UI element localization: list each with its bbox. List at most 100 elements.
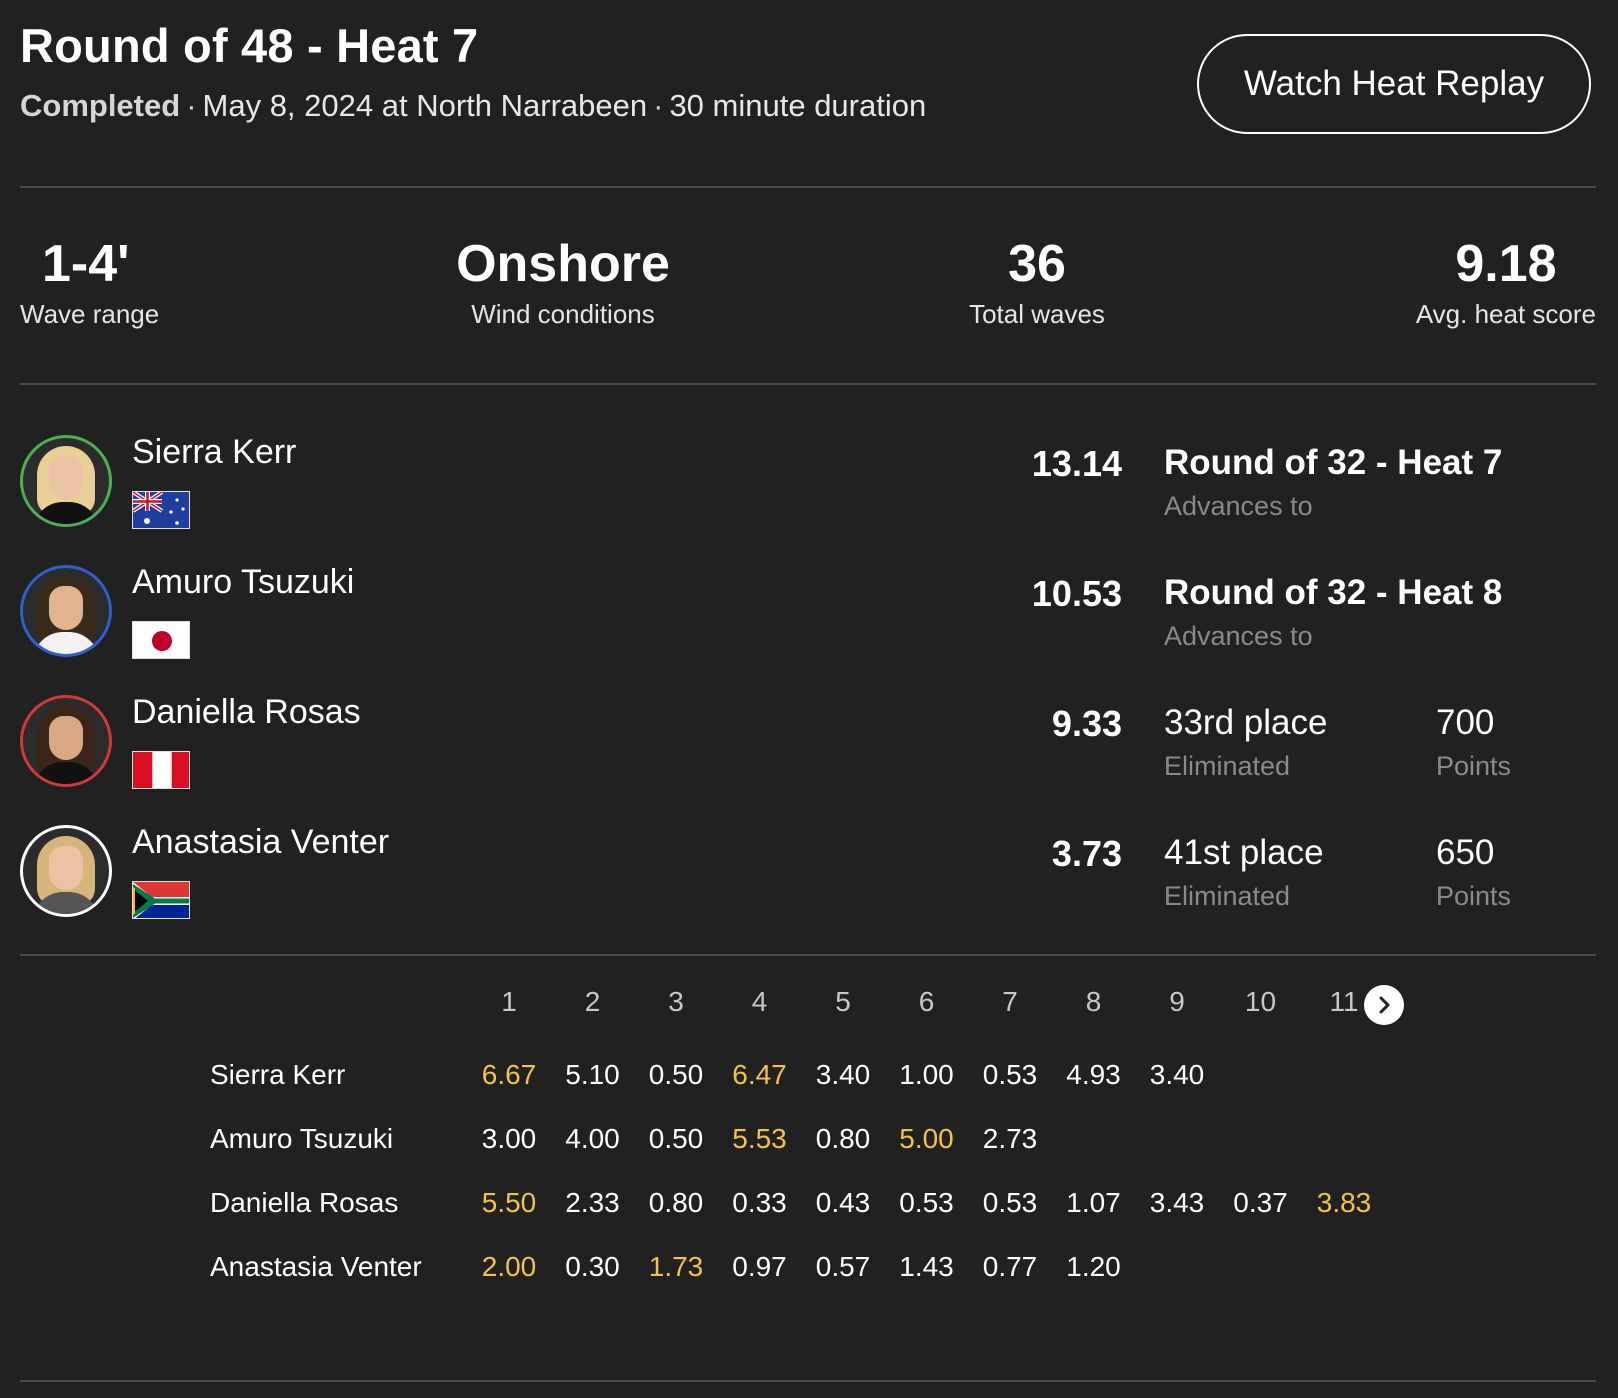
athlete-row-sierra-kerr[interactable]: Sierra Kerr 13.14 Round of 32 - Heat 7 A…	[20, 433, 1596, 555]
wave-score[interactable]: 0.57	[803, 1251, 883, 1283]
australia-flag-icon	[132, 491, 190, 529]
avatar	[20, 695, 112, 787]
heat-score: 13.14	[1031, 443, 1122, 484]
wave-score[interactable]: 4.00	[553, 1123, 633, 1155]
wave-score[interactable]: 0.97	[720, 1251, 800, 1283]
wave-score[interactable]: 1.00	[887, 1059, 967, 1091]
result-title: Round of 32 - Heat 8	[1164, 573, 1503, 612]
stat-value: 36	[1008, 235, 1066, 293]
wave-score[interactable]: 0.80	[636, 1187, 716, 1219]
points-value: 650	[1436, 833, 1495, 872]
wave-score[interactable]: 2.73	[970, 1123, 1050, 1155]
watch-heat-replay-button[interactable]: Watch Heat Replay	[1197, 34, 1591, 134]
stat-label: Wave range	[20, 299, 160, 330]
avatar	[20, 565, 112, 657]
avatar	[20, 825, 112, 917]
heat-score: 10.53	[1031, 573, 1122, 614]
south-africa-flag-icon	[132, 881, 190, 919]
wave-score[interactable]: 1.20	[1054, 1251, 1134, 1283]
wave-score[interactable]: 0.53	[970, 1187, 1050, 1219]
separator-dot: ·	[186, 88, 197, 124]
wave-score[interactable]: 0.37	[1221, 1187, 1301, 1219]
wave-column-header: 8	[1085, 986, 1102, 1017]
stat-label: Total waves	[969, 299, 1105, 330]
wave-score-counting[interactable]: 6.47	[720, 1059, 800, 1091]
athlete-row-anastasia-venter[interactable]: Anastasia Venter 3.73 41st place Elimina…	[20, 823, 1596, 945]
wave-score[interactable]: 0.53	[970, 1059, 1050, 1091]
points-earned: 650 Points	[1436, 833, 1511, 912]
athlete-name: Sierra Kerr	[132, 433, 297, 471]
result-subtitle: Eliminated	[1164, 751, 1291, 781]
next-waves-button[interactable]	[1364, 985, 1404, 1025]
wave-column-header: 4	[751, 986, 768, 1017]
wave-score-counting[interactable]: 2.00	[469, 1251, 549, 1283]
divider	[20, 383, 1596, 385]
athlete-name: Daniella Rosas	[132, 693, 361, 731]
wave-row-athlete-name: Sierra Kerr	[210, 1059, 346, 1090]
points-earned: 700 Points	[1436, 703, 1511, 782]
result-link[interactable]: Round of 32 - Heat 7 Advances to	[1164, 443, 1502, 522]
athlete-name: Amuro Tsuzuki	[132, 563, 355, 601]
heat-subline: Completed · May 8, 2024 at North Narrabeen…	[20, 88, 926, 124]
wave-score[interactable]: 0.77	[970, 1251, 1050, 1283]
peru-flag-icon	[132, 751, 190, 789]
stat-wave-range: 1-4' Wave range	[20, 235, 160, 330]
wave-score-counting[interactable]: 3.83	[1304, 1187, 1384, 1219]
wave-score[interactable]: 0.80	[803, 1123, 883, 1155]
divider	[20, 1380, 1596, 1382]
wave-score[interactable]: 3.40	[1137, 1059, 1217, 1091]
points-label: Points	[1436, 881, 1512, 911]
points-label: Points	[1436, 751, 1512, 781]
stat-total-waves: 36 Total waves	[926, 235, 1148, 330]
result-subtitle: Advances to	[1164, 621, 1313, 651]
wave-score[interactable]: 0.50	[636, 1123, 716, 1155]
wave-column-header: 7	[1002, 986, 1018, 1017]
wave-score[interactable]: 0.50	[636, 1059, 716, 1091]
wave-column-header: 1	[501, 986, 517, 1017]
wave-score-counting[interactable]: 5.00	[887, 1123, 967, 1155]
result-subtitle: Advances to	[1164, 491, 1313, 521]
result-subtitle: Eliminated	[1164, 881, 1291, 911]
wave-score-counting[interactable]: 1.73	[636, 1251, 716, 1283]
wave-column-header: 6	[918, 986, 935, 1017]
wave-score[interactable]: 0.43	[803, 1187, 883, 1219]
wave-score[interactable]: 0.33	[720, 1187, 800, 1219]
wave-score[interactable]: 1.43	[887, 1251, 967, 1283]
athlete-name: Anastasia Venter	[132, 823, 390, 861]
wave-row-athlete-name: Anastasia Venter	[210, 1251, 422, 1282]
divider	[20, 954, 1596, 956]
wave-score[interactable]: 0.53	[887, 1187, 967, 1219]
points-value: 700	[1436, 703, 1495, 742]
wave-score[interactable]: 2.33	[553, 1187, 633, 1219]
wave-score[interactable]: 3.00	[469, 1123, 549, 1155]
wave-column-header: 10	[1244, 986, 1277, 1017]
stat-avg-heat-score: 9.18 Avg. heat score	[1396, 235, 1596, 330]
wave-score[interactable]: 4.93	[1054, 1059, 1134, 1091]
wave-score[interactable]: 3.43	[1137, 1187, 1217, 1219]
wave-score-counting[interactable]: 5.53	[720, 1123, 800, 1155]
heat-status: Completed	[20, 88, 181, 124]
wave-column-header: 5	[835, 986, 851, 1017]
heat-score: 9.33	[1051, 703, 1122, 744]
wave-score[interactable]: 5.10	[553, 1059, 633, 1091]
heat-header: Round of 48 - Heat 7 Completed · May 8, 20…	[20, 18, 926, 124]
stat-label: Wind conditions	[471, 299, 655, 330]
stat-value: Onshore	[456, 235, 670, 293]
wave-column-header: 3	[668, 986, 684, 1017]
result-title: 41st place	[1164, 833, 1324, 872]
heat-title: Round of 48 - Heat 7	[20, 19, 479, 72]
athlete-row-daniella-rosas[interactable]: Daniella Rosas 9.33 33rd place Eliminate…	[20, 693, 1596, 815]
athlete-row-amuro-tsuzuki[interactable]: Amuro Tsuzuki 10.53 Round of 32 - Heat 8…	[20, 563, 1596, 685]
wave-score-counting[interactable]: 5.50	[469, 1187, 549, 1219]
result-placement: 33rd place Eliminated	[1164, 703, 1327, 782]
wave-score-counting[interactable]: 6.67	[469, 1059, 549, 1091]
wave-column-header: 2	[584, 986, 601, 1017]
wave-score[interactable]: 1.07	[1054, 1187, 1134, 1219]
result-link[interactable]: Round of 32 - Heat 8 Advances to	[1164, 573, 1502, 652]
stat-label: Avg. heat score	[1415, 299, 1596, 330]
stat-value: 9.18	[1455, 235, 1557, 293]
wave-row-athlete-name: Amuro Tsuzuki	[210, 1123, 394, 1154]
japan-flag-icon	[132, 621, 190, 659]
wave-score[interactable]: 0.30	[553, 1251, 633, 1283]
wave-score[interactable]: 3.40	[803, 1059, 883, 1091]
